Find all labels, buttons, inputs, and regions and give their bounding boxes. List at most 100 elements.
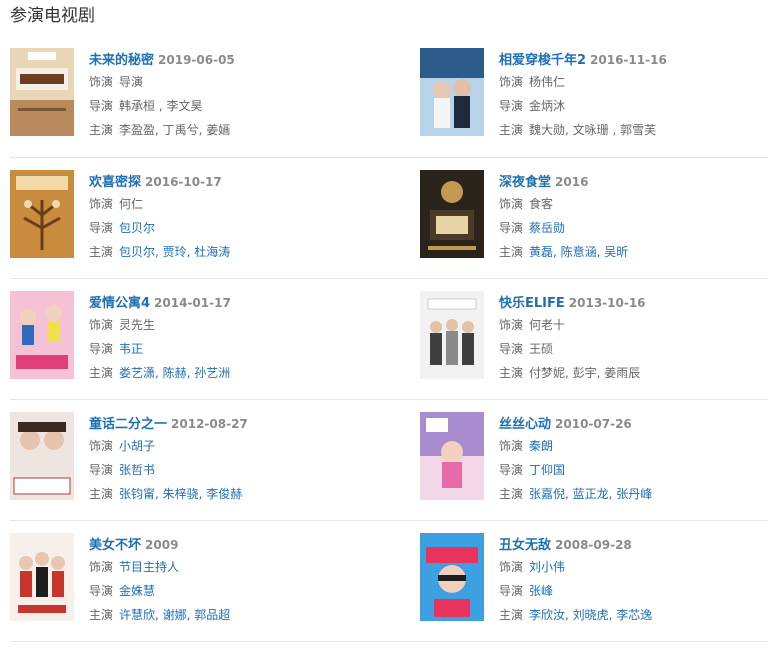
drama-poster[interactable]	[420, 291, 484, 379]
cast-line: 主演 包贝尔, 贾玲, 杜海涛	[89, 240, 359, 264]
drama-card: 美女不坏 2009 饰演 节目主持人 导演 金姝慧 主演 许慧欣, 谢娜, 郭品超	[10, 533, 355, 623]
cast-links[interactable]: 包贝尔, 贾玲, 杜海涛	[119, 245, 230, 259]
director-line: 导演 金炳沐	[499, 94, 768, 118]
drama-title-link[interactable]: 丝丝心动	[499, 417, 551, 432]
drama-card: 快乐ELIFE 2013-10-16 饰演 何老十 导演 王硕 主演 付梦妮, 彭宇, …	[420, 291, 765, 381]
cast-line: 主演 黄磊, 陈意涵, 吴昕	[499, 240, 768, 264]
drama-title-link[interactable]: 童话二分之一	[89, 417, 167, 432]
role-line: 饰演 秦朗	[499, 434, 768, 458]
drama-poster[interactable]	[10, 533, 74, 621]
drama-title-link[interactable]: 美女不坏	[89, 538, 141, 553]
drama-title-link[interactable]: 未来的秘密	[89, 53, 154, 68]
director-link[interactable]: 包贝尔	[119, 221, 155, 235]
drama-title-link[interactable]: 相爱穿梭千年2	[499, 53, 586, 68]
drama-date: 2010-07-26	[555, 417, 632, 431]
poster-image	[420, 412, 484, 500]
drama-poster[interactable]	[420, 170, 484, 258]
cast-links[interactable]: 许慧欣, 谢娜, 郭品超	[119, 608, 230, 622]
drama-date: 2013-10-16	[568, 296, 646, 310]
drama-title-line: 未来的秘密 2019-06-05	[89, 48, 359, 70]
poster-image	[10, 412, 74, 500]
role-label: 饰演	[89, 75, 114, 89]
drama-card: 未来的秘密 2019-06-05 饰演 导演 导演 韩承桓 , 李文昊 主演 李盈盈, …	[10, 48, 355, 138]
role-line: 饰演 导演	[89, 70, 359, 94]
role-line: 饰演 灵先生	[89, 313, 359, 337]
drama-title-link[interactable]: 爱情公寓4	[89, 296, 150, 311]
director-value: 王硕	[529, 342, 554, 356]
drama-title-line: 丝丝心动 2010-07-26	[499, 412, 768, 434]
drama-title-line: 丑女无敌 2008-09-28	[499, 533, 768, 555]
role-label: 饰演	[89, 560, 114, 574]
drama-title-link[interactable]: 快乐ELIFE	[499, 296, 565, 311]
director-line: 导演 韦正	[89, 337, 359, 361]
role-link[interactable]: 刘小伟	[529, 560, 565, 574]
director-link[interactable]: 蔡岳勋	[529, 221, 565, 235]
director-link[interactable]: 张峰	[529, 584, 553, 598]
director-label: 导演	[499, 221, 524, 235]
drama-title-link[interactable]: 深夜食堂	[499, 175, 551, 190]
role-label: 饰演	[499, 197, 524, 211]
role-line: 饰演 刘小伟	[499, 555, 768, 579]
cast-label: 主演	[89, 245, 114, 259]
cast-label: 主演	[499, 245, 524, 259]
poster-image	[420, 170, 484, 258]
drama-poster[interactable]	[10, 170, 74, 258]
role-link[interactable]: 小胡子	[119, 439, 155, 453]
cast-label: 主演	[499, 123, 524, 137]
director-link[interactable]: 韦正	[119, 342, 143, 356]
poster-image	[420, 533, 484, 621]
drama-card: 相爱穿梭千年2 2016-11-16 饰演 杨伟仁 导演 金炳沐 主演 魏大勋, 文咏珊…	[420, 48, 765, 138]
role-label: 饰演	[89, 318, 114, 332]
drama-row: 童话二分之一 2012-08-27 饰演 小胡子 导演 张哲书 主演 张钧甯, 朱梓骁,…	[10, 400, 768, 521]
role-value: 杨伟仁	[529, 75, 566, 89]
drama-date: 2016	[555, 175, 589, 189]
role-link[interactable]: 节目主持人	[119, 560, 179, 574]
cast-label: 主演	[89, 487, 114, 501]
director-link[interactable]: 金姝慧	[119, 584, 155, 598]
director-line: 导演 包贝尔	[89, 216, 359, 240]
drama-info: 快乐ELIFE 2013-10-16 饰演 何老十 导演 王硕 主演 付梦妮, 彭宇, …	[499, 291, 768, 385]
role-line: 饰演 何老十	[499, 313, 768, 337]
cast-line: 主演 李盈盈, 丁禹兮, 姜婳	[89, 118, 359, 142]
director-link[interactable]: 张哲书	[119, 463, 155, 477]
cast-value: 魏大勋, 文咏珊 , 郭雪芙	[529, 123, 657, 137]
role-line: 饰演 节目主持人	[89, 555, 359, 579]
director-label: 导演	[89, 99, 114, 113]
drama-title-link[interactable]: 欢喜密探	[89, 175, 141, 190]
drama-title-line: 童话二分之一 2012-08-27	[89, 412, 359, 434]
drama-info: 丝丝心动 2010-07-26 饰演 秦朗 导演 丁仰国 主演 张嘉倪, 蓝正龙, 张丹…	[499, 412, 768, 506]
cast-links[interactable]: 张钧甯, 朱梓骁, 李俊赫	[119, 487, 242, 501]
role-line: 饰演 杨伟仁	[499, 70, 768, 94]
drama-poster[interactable]	[420, 48, 484, 136]
drama-poster[interactable]	[420, 533, 484, 621]
role-label: 饰演	[499, 439, 524, 453]
drama-title-line: 爱情公寓4 2014-01-17	[89, 291, 359, 313]
director-link[interactable]: 丁仰国	[529, 463, 565, 477]
cast-links[interactable]: 黄磊, 陈意涵, 吴昕	[529, 245, 628, 259]
drama-date: 2008-09-28	[555, 538, 632, 552]
director-label: 导演	[499, 342, 524, 356]
poster-image	[10, 291, 74, 379]
role-label: 饰演	[89, 197, 114, 211]
drama-card: 丝丝心动 2010-07-26 饰演 秦朗 导演 丁仰国 主演 张嘉倪, 蓝正龙, 张丹…	[420, 412, 765, 502]
drama-info: 美女不坏 2009 饰演 节目主持人 导演 金姝慧 主演 许慧欣, 谢娜, 郭品超	[89, 533, 359, 627]
drama-card: 深夜食堂 2016 饰演 食客 导演 蔡岳勋 主演 黄磊, 陈意涵, 吴昕	[420, 170, 765, 260]
drama-date: 2016-10-17	[145, 175, 222, 189]
cast-line: 主演 许慧欣, 谢娜, 郭品超	[89, 603, 359, 627]
role-value: 何老十	[529, 318, 566, 332]
cast-links[interactable]: 李欣汝, 刘晓虎, 李芯逸	[529, 608, 652, 622]
cast-links[interactable]: 张嘉倪, 蓝正龙, 张丹峰	[529, 487, 652, 501]
role-value: 导演	[119, 75, 144, 89]
cast-line: 主演 娄艺潇, 陈赫, 孙艺洲	[89, 361, 359, 385]
drama-poster[interactable]	[420, 412, 484, 500]
poster-image	[420, 48, 484, 136]
drama-poster[interactable]	[10, 291, 74, 379]
drama-card: 爱情公寓4 2014-01-17 饰演 灵先生 导演 韦正 主演 娄艺潇, 陈赫, 孙艺…	[10, 291, 355, 381]
cast-links[interactable]: 娄艺潇, 陈赫, 孙艺洲	[119, 366, 230, 380]
role-link[interactable]: 秦朗	[529, 439, 553, 453]
cast-line: 主演 张钧甯, 朱梓骁, 李俊赫	[89, 482, 359, 506]
drama-poster[interactable]	[10, 48, 74, 136]
drama-title-link[interactable]: 丑女无敌	[499, 538, 551, 553]
drama-poster[interactable]	[10, 412, 74, 500]
director-label: 导演	[89, 584, 114, 598]
